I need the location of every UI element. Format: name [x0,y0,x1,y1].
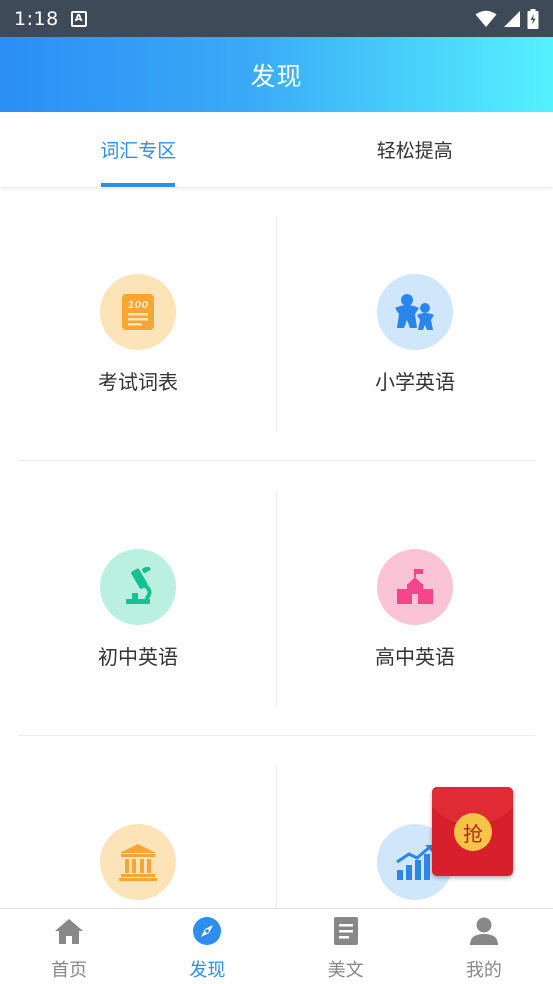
status-time: 1:18 [14,7,59,30]
nav-profile[interactable]: 我的 [415,909,553,984]
compass-icon [192,916,222,946]
svg-text:100: 100 [128,300,149,311]
school-icon [377,549,453,625]
row-divider [18,735,535,736]
category-museum[interactable] [0,737,276,908]
category-senior-english[interactable]: 高中英语 [277,462,553,737]
tab-bar: 词汇专区 轻松提高 [0,112,553,187]
signal-icon [504,10,520,27]
category-primary-english[interactable]: 小学英语 [277,187,553,462]
category-label: 小学英语 [375,370,455,394]
row-divider [18,460,535,461]
tab-label: 词汇专区 [100,140,177,162]
app-header: 发现 [0,37,553,112]
notification-a-icon: A [70,10,87,27]
battery-icon [527,8,539,29]
profile-icon [469,916,499,946]
category-row: 100 考试词表 小学英语 [0,187,553,462]
red-packet-button[interactable]: 抢 [432,787,513,876]
nav-articles[interactable]: 美文 [277,909,415,984]
red-packet-coin: 抢 [454,813,492,851]
wifi-icon [475,10,497,27]
category-label: 考试词表 [98,370,178,394]
nav-discover[interactable]: 发现 [138,909,276,984]
tab-label: 轻松提高 [376,140,453,162]
category-label: 高中英语 [375,645,455,669]
category-label: 初中英语 [98,645,178,669]
page-title: 发现 [250,61,303,91]
status-icons [475,8,539,29]
red-packet-text: 抢 [463,821,483,846]
museum-icon [100,824,176,900]
category-exam-wordlist[interactable]: 100 考试词表 [0,187,276,462]
category-junior-english[interactable]: 初中英语 [0,462,276,737]
nav-home[interactable]: 首页 [0,909,138,984]
category-row: 初中英语 高中英语 [0,462,553,737]
article-icon [331,916,361,946]
nav-label: 美文 [327,960,364,981]
status-bar: 1:18 A [0,0,553,37]
microscope-icon [100,549,176,625]
tab-easy-improve[interactable]: 轻松提高 [277,112,553,187]
active-tab-indicator [101,183,176,187]
home-icon [54,916,84,946]
bottom-navigation: 首页 发现 美文 我的 [0,908,553,984]
exam-sheet-icon: 100 [100,274,176,350]
tab-vocabulary-zone[interactable]: 词汇专区 [0,112,277,187]
nav-label: 首页 [51,960,88,981]
nav-label: 发现 [189,960,226,981]
kids-icon [377,274,453,350]
nav-label: 我的 [465,960,502,981]
